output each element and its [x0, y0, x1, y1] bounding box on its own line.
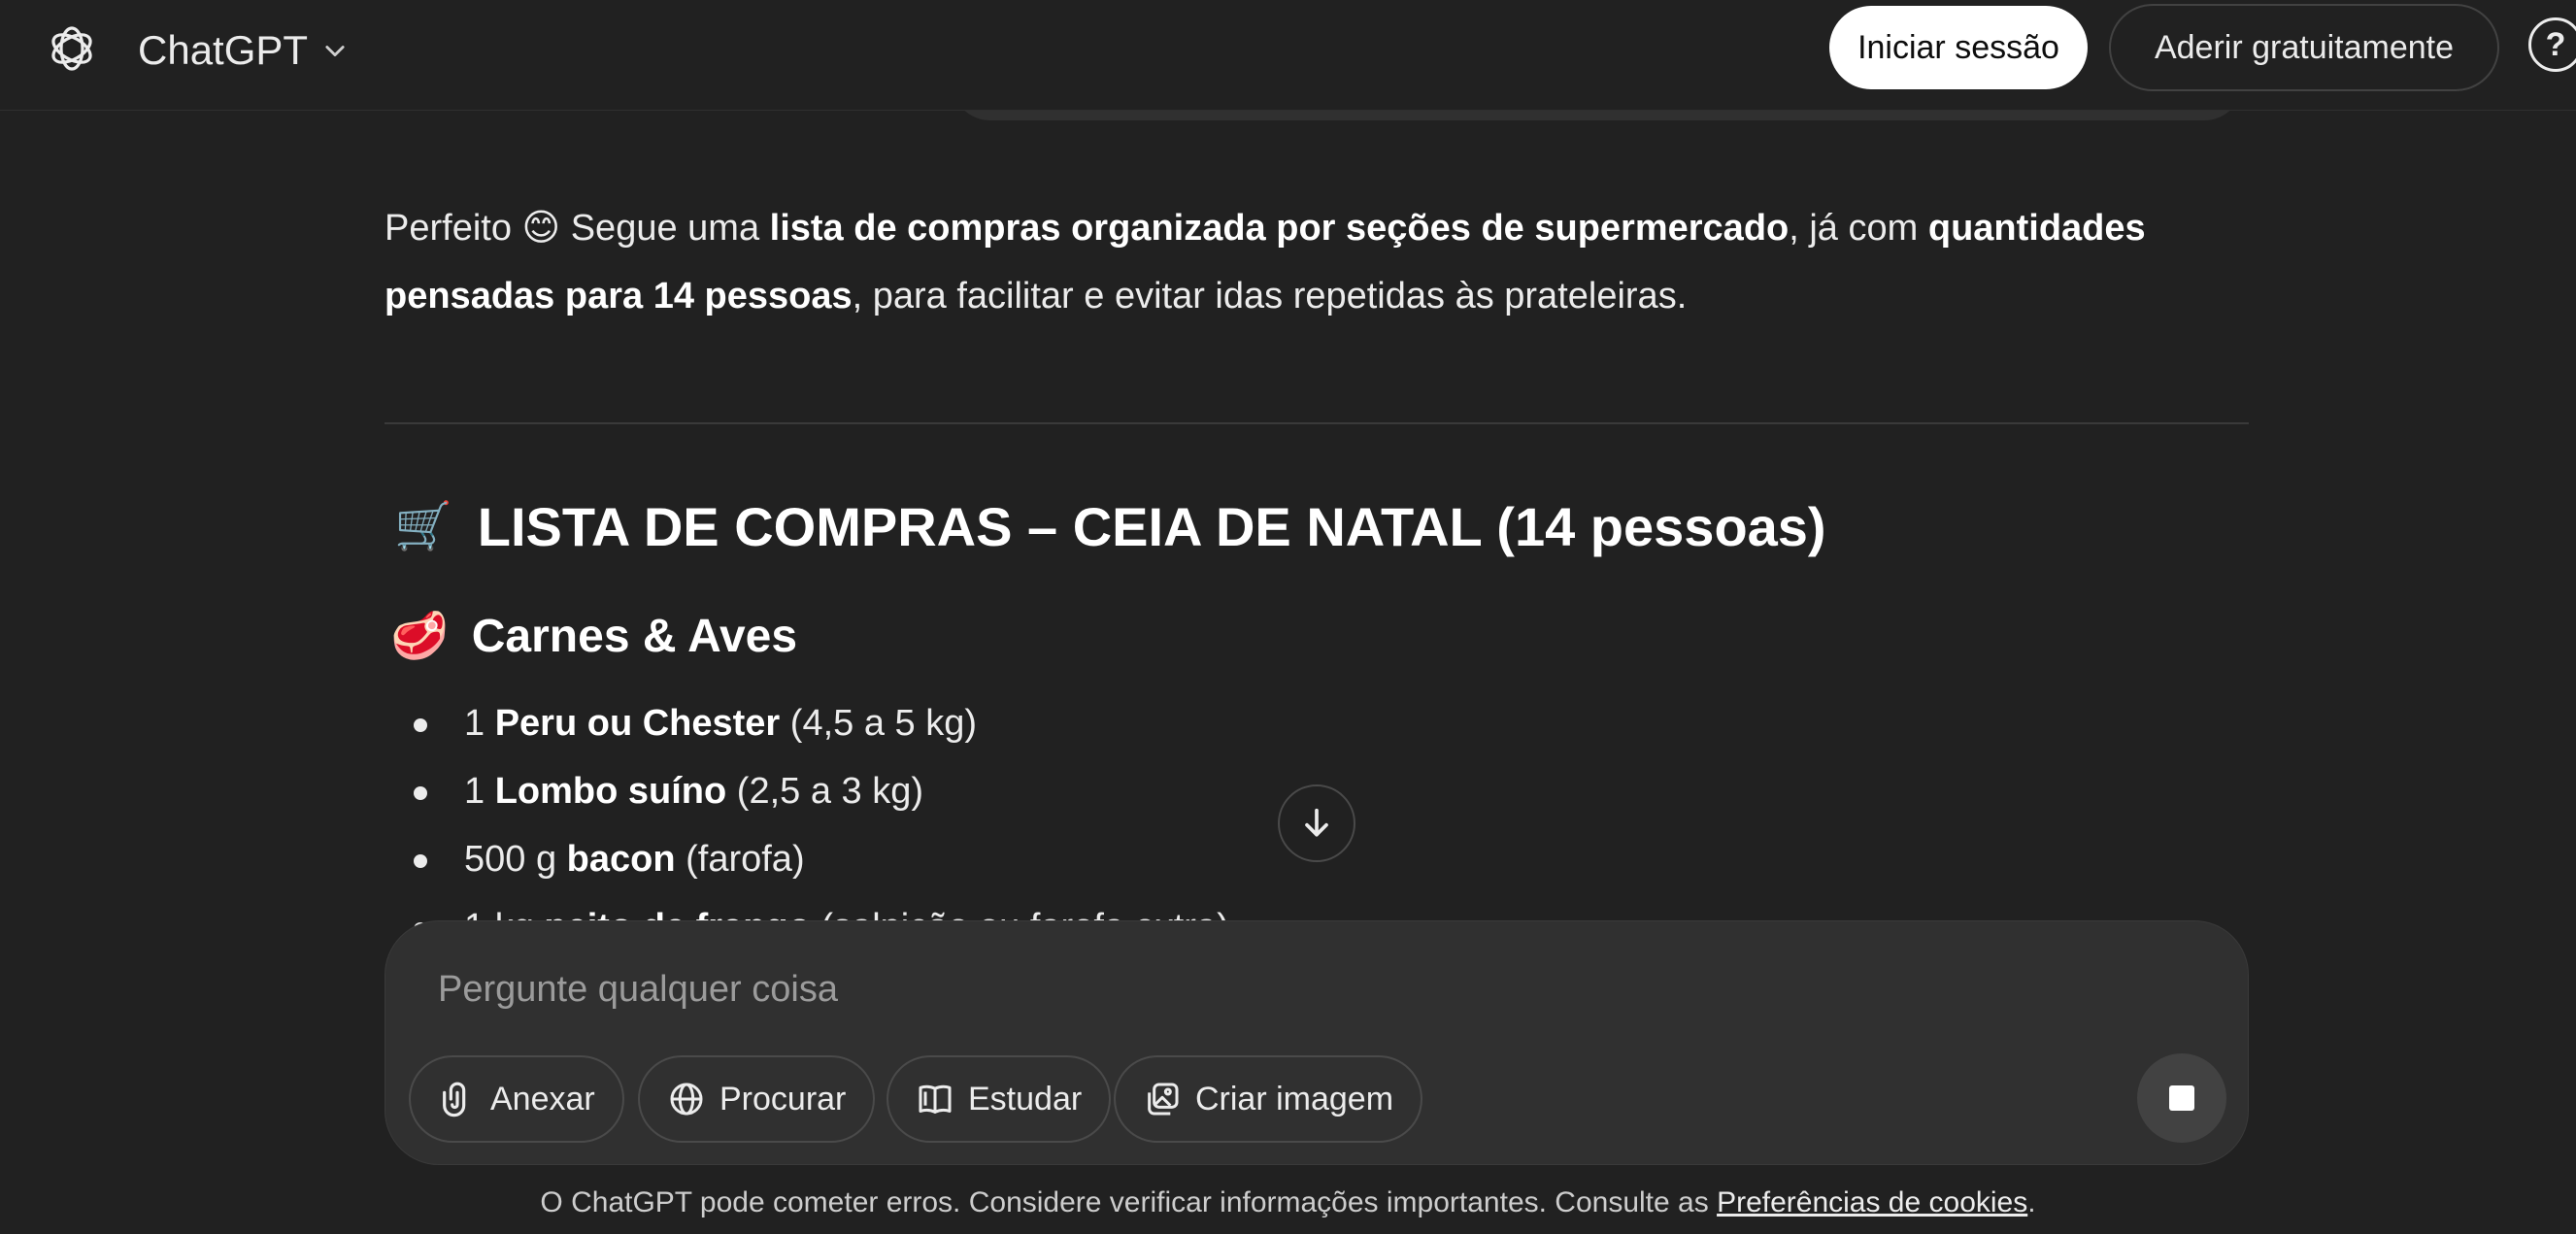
stop-icon: [2169, 1085, 2194, 1111]
signup-button[interactable]: Aderir gratuitamente: [2109, 4, 2499, 91]
item-name: Lombo suíno: [494, 771, 727, 812]
disclaimer-text: O ChatGPT pode cometer erros. Considere …: [540, 1186, 1718, 1218]
list-title-text: LISTA DE COMPRAS – CEIA DE NATAL (14 pes…: [477, 496, 1826, 557]
item-qty: 1: [464, 771, 495, 812]
image-icon: [1148, 1083, 1179, 1116]
attach-button[interactable]: Anexar: [409, 1055, 624, 1143]
item-name: bacon: [566, 839, 676, 880]
app-name: ChatGPT: [138, 27, 309, 73]
globe-icon: [670, 1083, 703, 1116]
disclaimer: O ChatGPT pode cometer erros. Considere …: [0, 1186, 2576, 1219]
login-button[interactable]: Iniciar sessão: [1829, 6, 2088, 89]
book-icon: [919, 1084, 952, 1114]
intro-text: , para facilitar e evitar idas repetidas…: [852, 276, 1688, 317]
scroll-to-bottom-button[interactable]: [1278, 784, 1355, 862]
attach-label: Anexar: [490, 1080, 595, 1117]
shopping-cart-icon: 🛒: [394, 500, 452, 552]
paperclip-icon: [443, 1082, 466, 1117]
model-selector[interactable]: ChatGPT: [138, 21, 349, 80]
meat-icon: 🥩: [390, 610, 449, 662]
cookie-preferences-link[interactable]: Preferências de cookies: [1717, 1186, 2027, 1218]
chevron-down-icon: [325, 46, 345, 57]
search-label: Procurar: [719, 1080, 847, 1117]
item-detail: (4,5 a 5 kg): [780, 703, 977, 744]
intro-text: Perfeito: [385, 208, 522, 249]
stop-generating-button[interactable]: [2137, 1053, 2226, 1143]
study-label: Estudar: [968, 1080, 1083, 1117]
item-name: Peru ou Chester: [494, 703, 781, 744]
intro-text: Segue uma: [560, 208, 770, 249]
arrow-down-icon: [1305, 808, 1328, 837]
section-heading-text: Carnes & Aves: [471, 611, 798, 662]
section-heading: 🥩 Carnes & Aves: [390, 610, 797, 663]
intro-text: , já com: [1789, 208, 1928, 249]
list-item: 1 Peru ou Chester (4,5 a 5 kg): [408, 689, 2156, 757]
intro-bold: lista de compras organizada por seções d…: [769, 208, 1790, 249]
list-title: 🛒 LISTA DE COMPRAS – CEIA DE NATAL (14 p…: [394, 495, 1826, 558]
search-button[interactable]: Procurar: [638, 1055, 876, 1143]
prompt-input[interactable]: [436, 951, 2087, 1028]
openai-logo-icon[interactable]: [45, 21, 99, 76]
study-button[interactable]: Estudar: [887, 1055, 1112, 1143]
create-image-button[interactable]: Criar imagem: [1114, 1055, 1423, 1143]
create-image-label: Criar imagem: [1195, 1080, 1394, 1117]
message-composer: Anexar Procurar Estudar: [385, 920, 2249, 1165]
item-detail: (2,5 a 3 kg): [726, 771, 923, 812]
help-button[interactable]: ?: [2528, 17, 2576, 72]
top-bar: ChatGPT Iniciar sessão Aderir gratuitame…: [0, 0, 2576, 111]
item-qty: 500 g: [464, 839, 567, 880]
smile-emoji: 😊: [521, 208, 561, 249]
divider: [385, 422, 2249, 424]
item-qty: 1: [464, 703, 495, 744]
disclaimer-end: .: [2027, 1186, 2036, 1218]
assistant-message: Perfeito 😊 Segue uma lista de compras or…: [385, 194, 2249, 330]
item-detail: (farofa): [675, 839, 805, 880]
intro-paragraph: Perfeito 😊 Segue uma lista de compras or…: [385, 194, 2249, 330]
